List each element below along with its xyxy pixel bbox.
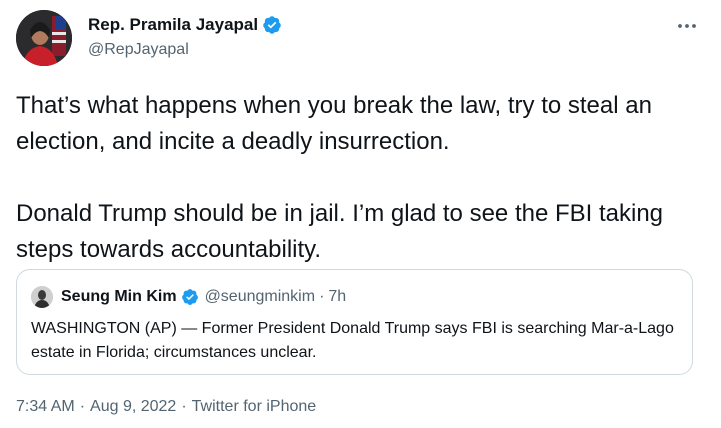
quoted-tweet-time[interactable]: 7h	[328, 288, 346, 306]
author-avatar[interactable]	[16, 10, 72, 66]
tweet-paragraph: That’s what happens when you break the l…	[16, 92, 652, 155]
quoted-author-avatar[interactable]	[31, 286, 53, 308]
author-handle[interactable]: @RepJayapal	[88, 41, 189, 59]
separator-dot: ·	[79, 398, 86, 415]
quoted-tweet-header: Seung Min Kim @seungminkim · 7h	[31, 286, 346, 308]
tweet-time[interactable]: 7:34 AM	[16, 398, 75, 416]
verified-badge-icon	[262, 15, 282, 35]
author-name[interactable]: Rep. Pramila Jayapal	[88, 15, 258, 35]
tweet-text: That’s what happens when you break the l…	[16, 88, 706, 268]
tweet-source[interactable]: Twitter for iPhone	[192, 398, 317, 416]
separator-dot: ·	[181, 398, 187, 415]
quoted-author-name[interactable]: Seung Min Kim	[61, 288, 177, 306]
tweet-paragraph: Donald Trump should be in jail. I’m glad…	[16, 200, 664, 263]
tweet-date[interactable]: Aug 9, 2022	[90, 398, 176, 416]
separator-dot: ·	[319, 288, 325, 305]
more-horizontal-icon[interactable]	[675, 14, 699, 38]
author-name-row[interactable]: Rep. Pramila Jayapal	[88, 15, 282, 35]
verified-badge-icon	[181, 288, 199, 306]
quoted-tweet-text: WASHINGTON (AP) — Former President Donal…	[31, 320, 674, 361]
tweet-metadata: 7:34 AM · Aug 9, 2022 · Twitter for iPho…	[16, 398, 316, 416]
quoted-author-handle[interactable]: @seungminkim	[205, 288, 316, 306]
quoted-tweet[interactable]: Seung Min Kim @seungminkim · 7h WASHINGT…	[16, 269, 693, 375]
